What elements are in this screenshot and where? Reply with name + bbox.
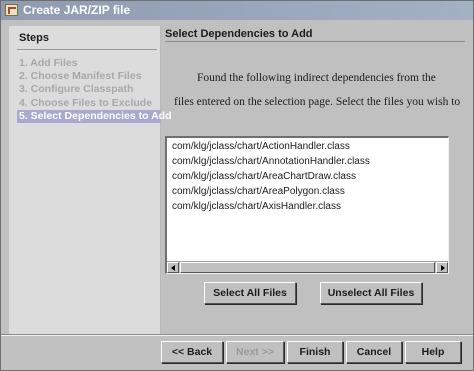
- create-jar-dialog: Create JAR/ZIP file Steps 1. Add Files 2…: [0, 0, 474, 371]
- list-item[interactable]: com/klg/jclass/chart/AxisHandler.class: [172, 201, 341, 213]
- window-title: Create JAR/ZIP file: [23, 3, 131, 17]
- step-select-dependencies: 5. Select Dependencies to Add: [17, 110, 172, 123]
- list-item[interactable]: com/klg/jclass/chart/AnnotationHandler.c…: [172, 156, 370, 168]
- select-all-button[interactable]: Select All Files: [204, 282, 296, 304]
- finish-button[interactable]: Finish: [287, 341, 343, 363]
- back-button[interactable]: << Back: [161, 341, 223, 363]
- dependency-list[interactable]: com/klg/jclass/chart/ActionHandler.class…: [165, 136, 449, 274]
- cancel-button[interactable]: Cancel: [346, 341, 402, 363]
- description-line-2: files entered on the selection page. Sel…: [174, 96, 461, 108]
- list-item[interactable]: com/klg/jclass/chart/AreaPolygon.class: [172, 186, 345, 198]
- title-divider: [165, 41, 465, 42]
- scroll-left-icon[interactable]: [167, 262, 179, 273]
- scroll-right-icon[interactable]: [436, 262, 448, 273]
- help-button[interactable]: Help: [405, 341, 461, 363]
- scroll-thumb[interactable]: [180, 262, 435, 273]
- title-bar[interactable]: Create JAR/ZIP file: [1, 1, 473, 20]
- step-configure-classpath: 3. Configure Classpath: [19, 83, 134, 95]
- next-button[interactable]: Next >>: [226, 341, 284, 363]
- list-item[interactable]: com/klg/jclass/chart/AreaChartDraw.class: [172, 171, 356, 183]
- step-choose-manifest: 2. Choose Manifest Files: [19, 70, 142, 82]
- list-item[interactable]: com/klg/jclass/chart/ActionHandler.class: [172, 141, 350, 153]
- steps-panel: Steps 1. Add Files 2. Choose Manifest Fi…: [9, 26, 172, 335]
- horizontal-scrollbar[interactable]: [167, 261, 448, 273]
- step-add-files: 1. Add Files: [19, 57, 78, 69]
- footer-divider-highlight: [1, 335, 473, 336]
- page-title: Select Dependencies to Add: [165, 28, 313, 40]
- unselect-all-button[interactable]: Unselect All Files: [320, 282, 422, 304]
- steps-divider: [17, 49, 157, 50]
- jar-icon: [5, 4, 18, 16]
- step-choose-exclude: 4. Choose Files to Exclude: [19, 97, 153, 109]
- description-line-1: Found the following indirect dependencie…: [197, 72, 436, 84]
- steps-heading: Steps: [19, 32, 49, 44]
